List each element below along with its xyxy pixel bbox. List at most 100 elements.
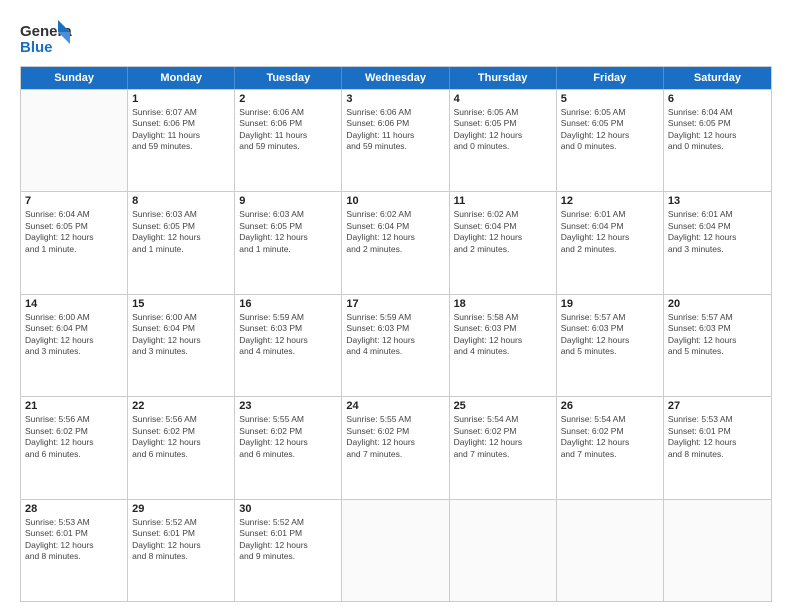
day-number: 4 [454,93,552,105]
header-day-thursday: Thursday [450,67,557,89]
day-cell-8: 8 Sunrise: 6:03 AMSunset: 6:05 PMDaylight… [128,192,235,293]
day-number: 24 [346,400,444,412]
day-cell-22: 22 Sunrise: 5:56 AMSunset: 6:02 PMDayligh… [128,397,235,498]
week-row-2: 14 Sunrise: 6:00 AMSunset: 6:04 PMDayligh… [21,294,771,396]
header-day-friday: Friday [557,67,664,89]
day-number: 30 [239,503,337,515]
empty-cell-4-3 [342,500,449,601]
day-cell-24: 24 Sunrise: 5:55 AMSunset: 6:02 PMDayligh… [342,397,449,498]
day-cell-20: 20 Sunrise: 5:57 AMSunset: 6:03 PMDayligh… [664,295,771,396]
page: GeneralBlue SundayMondayTuesdayWednesday… [0,0,792,612]
header: GeneralBlue [20,18,772,58]
day-number: 1 [132,93,230,105]
day-info: Sunrise: 5:59 AMSunset: 6:03 PMDaylight:… [346,312,444,358]
header-day-wednesday: Wednesday [342,67,449,89]
day-cell-29: 29Sunrise: 5:52 AMSunset: 6:01 PMDayligh… [128,500,235,601]
day-cell-27: 27Sunrise: 5:53 AMSunset: 6:01 PMDayligh… [664,397,771,498]
logo-svg: GeneralBlue [20,18,72,58]
day-info: Sunrise: 6:00 AMSunset: 6:04 PMDaylight:… [25,312,123,358]
day-number: 9 [239,195,337,207]
day-number: 20 [668,298,767,310]
calendar-header: SundayMondayTuesdayWednesdayThursdayFrid… [21,67,771,89]
day-info: Sunrise: 5:52 AMSunset: 6:01 PMDaylight:… [132,517,230,563]
header-day-monday: Monday [128,67,235,89]
day-info: Sunrise: 6:05 AMSunset: 6:05 PMDaylight:… [454,107,552,153]
day-cell-13: 13Sunrise: 6:01 AMSunset: 6:04 PMDayligh… [664,192,771,293]
day-info: Sunrise: 5:58 AMSunset: 6:03 PMDaylight:… [454,312,552,358]
day-number: 26 [561,400,659,412]
day-cell-30: 30 Sunrise: 5:52 AMSunset: 6:01 PMDayligh… [235,500,342,601]
day-number: 28 [25,503,123,515]
day-info: Sunrise: 5:53 AMSunset: 6:01 PMDaylight:… [25,517,123,563]
day-info: Sunrise: 6:02 AMSunset: 6:04 PMDaylight:… [346,209,444,255]
day-number: 10 [346,195,444,207]
day-number: 6 [668,93,767,105]
day-cell-12: 12Sunrise: 6:01 AMSunset: 6:04 PMDayligh… [557,192,664,293]
day-cell-23: 23 Sunrise: 5:55 AMSunset: 6:02 PMDayligh… [235,397,342,498]
day-info: Sunrise: 6:06 AMSunset: 6:06 PMDaylight:… [239,107,337,153]
day-cell-28: 28 Sunrise: 5:53 AMSunset: 6:01 PMDayligh… [21,500,128,601]
day-cell-14: 14 Sunrise: 6:00 AMSunset: 6:04 PMDayligh… [21,295,128,396]
day-info: Sunrise: 5:52 AMSunset: 6:01 PMDaylight:… [239,517,337,563]
header-day-tuesday: Tuesday [235,67,342,89]
day-number: 27 [668,400,767,412]
day-info: Sunrise: 5:55 AMSunset: 6:02 PMDaylight:… [346,414,444,460]
day-info: Sunrise: 6:05 AMSunset: 6:05 PMDaylight:… [561,107,659,153]
logo: GeneralBlue [20,18,72,58]
day-cell-1: 1 Sunrise: 6:07 AMSunset: 6:06 PMDaylight… [128,90,235,191]
day-number: 15 [132,298,230,310]
day-number: 17 [346,298,444,310]
day-cell-16: 16Sunrise: 5:59 AMSunset: 6:03 PMDayligh… [235,295,342,396]
day-info: Sunrise: 6:00 AMSunset: 6:04 PMDaylight:… [132,312,230,358]
day-number: 23 [239,400,337,412]
day-cell-19: 19Sunrise: 5:57 AMSunset: 6:03 PMDayligh… [557,295,664,396]
day-cell-17: 17 Sunrise: 5:59 AMSunset: 6:03 PMDayligh… [342,295,449,396]
day-info: Sunrise: 6:01 AMSunset: 6:04 PMDaylight:… [668,209,767,255]
day-info: Sunrise: 5:54 AMSunset: 6:02 PMDaylight:… [561,414,659,460]
day-info: Sunrise: 5:54 AMSunset: 6:02 PMDaylight:… [454,414,552,460]
day-info: Sunrise: 6:03 AMSunset: 6:05 PMDaylight:… [239,209,337,255]
day-info: Sunrise: 5:56 AMSunset: 6:02 PMDaylight:… [25,414,123,460]
day-info: Sunrise: 6:01 AMSunset: 6:04 PMDaylight:… [561,209,659,255]
day-cell-15: 15 Sunrise: 6:00 AMSunset: 6:04 PMDayligh… [128,295,235,396]
day-number: 14 [25,298,123,310]
day-cell-9: 9 Sunrise: 6:03 AMSunset: 6:05 PMDaylight… [235,192,342,293]
day-cell-21: 21 Sunrise: 5:56 AMSunset: 6:02 PMDayligh… [21,397,128,498]
day-cell-6: 6 Sunrise: 6:04 AMSunset: 6:05 PMDaylight… [664,90,771,191]
day-number: 2 [239,93,337,105]
header-day-saturday: Saturday [664,67,771,89]
week-row-0: 1 Sunrise: 6:07 AMSunset: 6:06 PMDaylight… [21,89,771,191]
day-info: Sunrise: 6:07 AMSunset: 6:06 PMDaylight:… [132,107,230,153]
day-number: 7 [25,195,123,207]
day-info: Sunrise: 6:04 AMSunset: 6:05 PMDaylight:… [668,107,767,153]
empty-cell-4-5 [557,500,664,601]
day-number: 21 [25,400,123,412]
day-info: Sunrise: 6:03 AMSunset: 6:05 PMDaylight:… [132,209,230,255]
day-info: Sunrise: 5:55 AMSunset: 6:02 PMDaylight:… [239,414,337,460]
day-info: Sunrise: 6:06 AMSunset: 6:06 PMDaylight:… [346,107,444,153]
day-cell-5: 5 Sunrise: 6:05 AMSunset: 6:05 PMDaylight… [557,90,664,191]
day-cell-2: 2 Sunrise: 6:06 AMSunset: 6:06 PMDaylight… [235,90,342,191]
day-number: 16 [239,298,337,310]
day-cell-11: 11 Sunrise: 6:02 AMSunset: 6:04 PMDayligh… [450,192,557,293]
empty-cell-4-6 [664,500,771,601]
day-info: Sunrise: 6:02 AMSunset: 6:04 PMDaylight:… [454,209,552,255]
day-cell-26: 26 Sunrise: 5:54 AMSunset: 6:02 PMDayligh… [557,397,664,498]
day-cell-18: 18 Sunrise: 5:58 AMSunset: 6:03 PMDayligh… [450,295,557,396]
day-cell-7: 7 Sunrise: 6:04 AMSunset: 6:05 PMDaylight… [21,192,128,293]
day-number: 18 [454,298,552,310]
week-row-1: 7 Sunrise: 6:04 AMSunset: 6:05 PMDaylight… [21,191,771,293]
day-info: Sunrise: 5:57 AMSunset: 6:03 PMDaylight:… [561,312,659,358]
day-number: 11 [454,195,552,207]
day-info: Sunrise: 6:04 AMSunset: 6:05 PMDaylight:… [25,209,123,255]
day-info: Sunrise: 5:57 AMSunset: 6:03 PMDaylight:… [668,312,767,358]
week-row-4: 28 Sunrise: 5:53 AMSunset: 6:01 PMDayligh… [21,499,771,601]
week-row-3: 21 Sunrise: 5:56 AMSunset: 6:02 PMDayligh… [21,396,771,498]
day-number: 22 [132,400,230,412]
day-number: 5 [561,93,659,105]
svg-text:Blue: Blue [20,39,53,56]
calendar: SundayMondayTuesdayWednesdayThursdayFrid… [20,66,772,602]
day-number: 8 [132,195,230,207]
day-info: Sunrise: 5:56 AMSunset: 6:02 PMDaylight:… [132,414,230,460]
empty-cell-0-0 [21,90,128,191]
